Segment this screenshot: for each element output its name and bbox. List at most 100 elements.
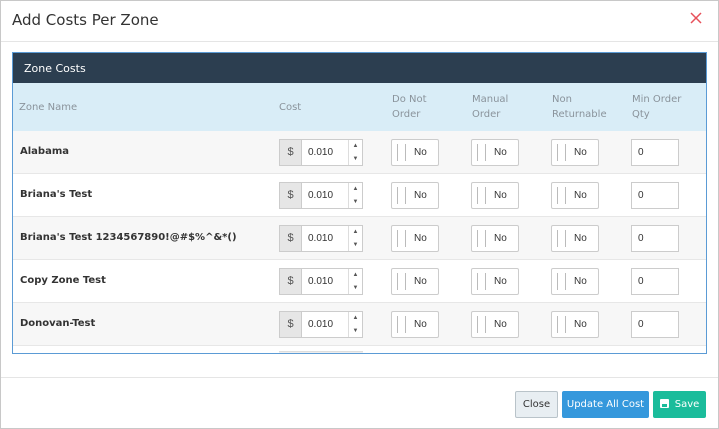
toggle-value: No bbox=[574, 319, 587, 330]
toggle-value: No bbox=[494, 147, 507, 158]
column-min-order-qty-line2: Qty bbox=[632, 109, 650, 120]
do-not-order-toggle[interactable]: No bbox=[391, 311, 439, 338]
close-icon[interactable] bbox=[688, 10, 704, 26]
zone-name: Briana's Test 1234567890!@#$%^&*() bbox=[20, 232, 237, 243]
spin-up-icon[interactable]: ▲ bbox=[349, 269, 362, 282]
toggle-handle bbox=[557, 316, 566, 333]
cost-input[interactable]: 0.010 bbox=[302, 140, 348, 165]
floppy-disk-icon bbox=[659, 399, 669, 408]
do-not-order-toggle[interactable]: No bbox=[391, 139, 439, 166]
toggle-value: No bbox=[494, 276, 507, 287]
toggle-value: No bbox=[574, 190, 587, 201]
toggle-handle bbox=[397, 230, 406, 247]
cost-input[interactable]: 0.010 bbox=[302, 226, 348, 251]
column-non-returnable: Non Returnable bbox=[552, 92, 607, 122]
manual-order-toggle[interactable]: No bbox=[471, 139, 519, 166]
cost-stepper[interactable]: $ 0.010 ▲ ▼ bbox=[279, 139, 363, 166]
non-returnable-toggle[interactable]: No bbox=[551, 311, 599, 338]
manual-order-toggle[interactable]: No bbox=[471, 182, 519, 209]
toggle-value: No bbox=[574, 276, 587, 287]
column-zone-name: Zone Name bbox=[19, 102, 78, 113]
currency-addon: $ bbox=[280, 183, 302, 208]
toggle-handle bbox=[397, 144, 406, 161]
toggle-handle bbox=[557, 230, 566, 247]
min-order-qty-input[interactable]: 0 bbox=[631, 139, 679, 166]
cost-stepper[interactable]: $ 0.010 ▲ ▼ bbox=[279, 268, 363, 295]
spin-down-icon[interactable]: ▼ bbox=[349, 282, 362, 295]
spin-down-icon[interactable]: ▼ bbox=[349, 196, 362, 209]
save-button[interactable]: Save bbox=[653, 391, 706, 418]
column-non-returnable-line1: Non bbox=[552, 94, 572, 105]
spinner-arrows-icon[interactable]: ▲ ▼ bbox=[348, 312, 362, 337]
toggle-handle bbox=[397, 316, 406, 333]
spin-down-icon[interactable]: ▼ bbox=[349, 325, 362, 338]
currency-addon: $ bbox=[280, 226, 302, 251]
zone-name: Copy Zone Test bbox=[20, 275, 106, 286]
do-not-order-toggle[interactable]: No bbox=[391, 225, 439, 252]
spin-up-icon[interactable]: ▲ bbox=[349, 183, 362, 196]
close-button[interactable]: Close bbox=[515, 391, 558, 418]
toggle-value: No bbox=[494, 190, 507, 201]
non-returnable-toggle[interactable]: No bbox=[551, 225, 599, 252]
cost-input[interactable]: 0.010 bbox=[302, 183, 348, 208]
spin-down-icon[interactable]: ▼ bbox=[349, 153, 362, 166]
non-returnable-toggle[interactable]: No bbox=[551, 139, 599, 166]
zone-name: Alabama bbox=[20, 146, 69, 157]
cost-stepper[interactable]: $ 0.010 ▲ ▼ bbox=[279, 225, 363, 252]
do-not-order-toggle[interactable]: No bbox=[391, 182, 439, 209]
manual-order-toggle[interactable]: No bbox=[471, 225, 519, 252]
non-returnable-toggle[interactable]: No bbox=[551, 182, 599, 209]
toggle-value: No bbox=[574, 233, 587, 244]
zone-name: Donovan-Test bbox=[20, 318, 96, 329]
column-do-not-order-line1: Do Not bbox=[392, 94, 427, 105]
spinner-arrows-icon[interactable]: ▲ ▼ bbox=[348, 140, 362, 165]
cost-input[interactable]: 0.010 bbox=[302, 269, 348, 294]
cost-stepper[interactable]: $ 0.010 ▲ ▼ bbox=[279, 182, 363, 209]
table-header: Zone Name Cost Do Not Order Manual Order… bbox=[13, 83, 706, 131]
toggle-value: No bbox=[494, 233, 507, 244]
toggle-value: No bbox=[414, 319, 427, 330]
min-order-qty-input[interactable]: 0 bbox=[631, 311, 679, 338]
save-button-label: Save bbox=[674, 399, 700, 410]
spin-up-icon[interactable]: ▲ bbox=[349, 312, 362, 325]
min-order-qty-input[interactable]: 0 bbox=[631, 182, 679, 209]
toggle-handle bbox=[477, 144, 486, 161]
do-not-order-toggle[interactable]: No bbox=[391, 268, 439, 295]
dialog-title: Add Costs Per Zone bbox=[12, 11, 159, 29]
column-manual-order-line2: Order bbox=[472, 109, 501, 120]
update-all-cost-button[interactable]: Update All Cost bbox=[562, 391, 649, 418]
toggle-value: No bbox=[494, 319, 507, 330]
toggle-value: No bbox=[414, 190, 427, 201]
column-min-order-qty: Min Order Qty bbox=[632, 92, 681, 122]
manual-order-toggle[interactable]: No bbox=[471, 268, 519, 295]
spin-up-icon[interactable]: ▲ bbox=[349, 226, 362, 239]
table-row: Copy Zone Test $ 0.010 ▲ ▼ No No No 0 bbox=[13, 260, 706, 303]
add-costs-dialog: Add Costs Per Zone Zone Costs Zone Name … bbox=[0, 0, 719, 429]
cost-stepper[interactable]: $ 0.010 ▲ ▼ bbox=[279, 311, 363, 338]
non-returnable-toggle[interactable]: No bbox=[551, 268, 599, 295]
toggle-handle bbox=[397, 273, 406, 290]
column-min-order-qty-line1: Min Order bbox=[632, 94, 682, 105]
spinner-arrows-icon[interactable]: ▲ ▼ bbox=[348, 226, 362, 251]
spin-up-icon[interactable]: ▲ bbox=[349, 140, 362, 153]
spinner-arrows-icon[interactable]: ▲ ▼ bbox=[348, 183, 362, 208]
currency-addon: $ bbox=[280, 140, 302, 165]
column-cost: Cost bbox=[279, 102, 302, 113]
toggle-handle bbox=[557, 144, 566, 161]
toggle-value: No bbox=[414, 276, 427, 287]
min-order-qty-input[interactable]: 0 bbox=[631, 225, 679, 252]
panel-heading: Zone Costs bbox=[13, 53, 706, 83]
spin-down-icon[interactable]: ▼ bbox=[349, 239, 362, 252]
spinner-arrows-icon[interactable]: ▲ ▼ bbox=[348, 269, 362, 294]
manual-order-toggle[interactable]: No bbox=[471, 311, 519, 338]
cost-input[interactable]: 0.010 bbox=[302, 312, 348, 337]
toggle-value: No bbox=[414, 147, 427, 158]
column-non-returnable-line2: Returnable bbox=[552, 109, 607, 120]
currency-addon: $ bbox=[280, 269, 302, 294]
currency-addon: $ bbox=[280, 312, 302, 337]
min-order-qty-input[interactable]: 0 bbox=[631, 268, 679, 295]
toggle-handle bbox=[397, 187, 406, 204]
table-row: Briana's Test 1234567890!@#$%^&*() $ 0.0… bbox=[13, 217, 706, 260]
table-row-partial bbox=[13, 346, 706, 353]
column-do-not-order: Do Not Order bbox=[392, 92, 427, 122]
